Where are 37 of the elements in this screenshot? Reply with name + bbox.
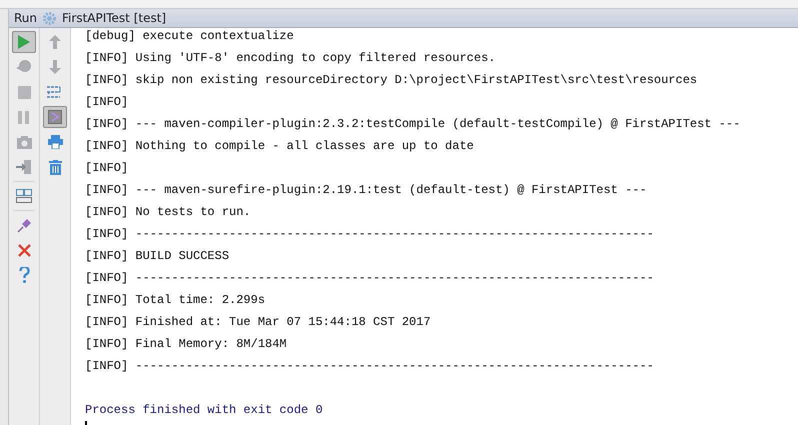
console-line: [INFO] BUILD SUCCESS — [85, 248, 230, 265]
up-arrow-icon — [49, 35, 61, 49]
console-line: [INFO] — [85, 160, 130, 177]
pause-icon — [18, 110, 30, 124]
camera-icon — [16, 136, 32, 148]
close-icon — [18, 244, 30, 256]
console-line: [INFO] No tests to run. — [85, 204, 252, 221]
console-line: [INFO] Finished at: Tue Mar 07 15:44:18 CST 2017 — [85, 314, 432, 331]
console-line: [INFO] Using 'UTF-8' encoding to copy filtered resources. — [85, 50, 496, 67]
console-line: [INFO] --- maven-compiler-plugin:2.3.2:testCompile (default-testCompile) @ FirstAPITest --- — [85, 116, 742, 133]
run-icon — [17, 34, 31, 50]
down-arrow-icon — [49, 60, 61, 74]
stop-icon — [18, 86, 30, 98]
console-line: [debug] execute contextualize — [85, 28, 295, 45]
run-configuration-name: FirstAPITest [test] — [62, 11, 166, 25]
trash-icon — [48, 160, 62, 174]
wrap-icon — [47, 85, 63, 99]
panel-title: Run — [14, 11, 38, 25]
exit-icon — [16, 160, 32, 174]
toolbar-button[interactable] — [43, 106, 67, 128]
console-line: [INFO] Total time: 2.299s — [85, 292, 266, 309]
console-line: [INFO] ------------------------------------------------------------------------ — [85, 358, 655, 375]
console-line: [INFO] — [85, 94, 130, 111]
help-icon — [18, 267, 30, 283]
console-line: [INFO] Nothing to compile - all classes are up to date — [85, 138, 475, 155]
console-line: [INFO] --- maven-surefire-plugin:2.19.1:test (default-test) @ FirstAPITest --- — [85, 182, 648, 199]
toolbar-button[interactable] — [12, 31, 36, 53]
console-line: [INFO] ------------------------------------------------------------------------ — [85, 270, 655, 287]
console-line: [INFO] Final Memory: 8M/184M — [85, 336, 288, 353]
layout-icon — [16, 189, 32, 203]
console-line: [INFO] ------------------------------------------------------------------------ — [85, 226, 655, 243]
gear-icon — [43, 12, 56, 24]
console-line: [INFO] skip non existing resourceDirectory D:\project\FirstAPITest\src\test\resources — [85, 72, 698, 89]
scroll-end-icon — [48, 110, 62, 124]
printer-icon — [48, 135, 62, 149]
pin-icon — [16, 218, 32, 232]
exit-message: Process finished with exit code 0 — [85, 402, 324, 419]
